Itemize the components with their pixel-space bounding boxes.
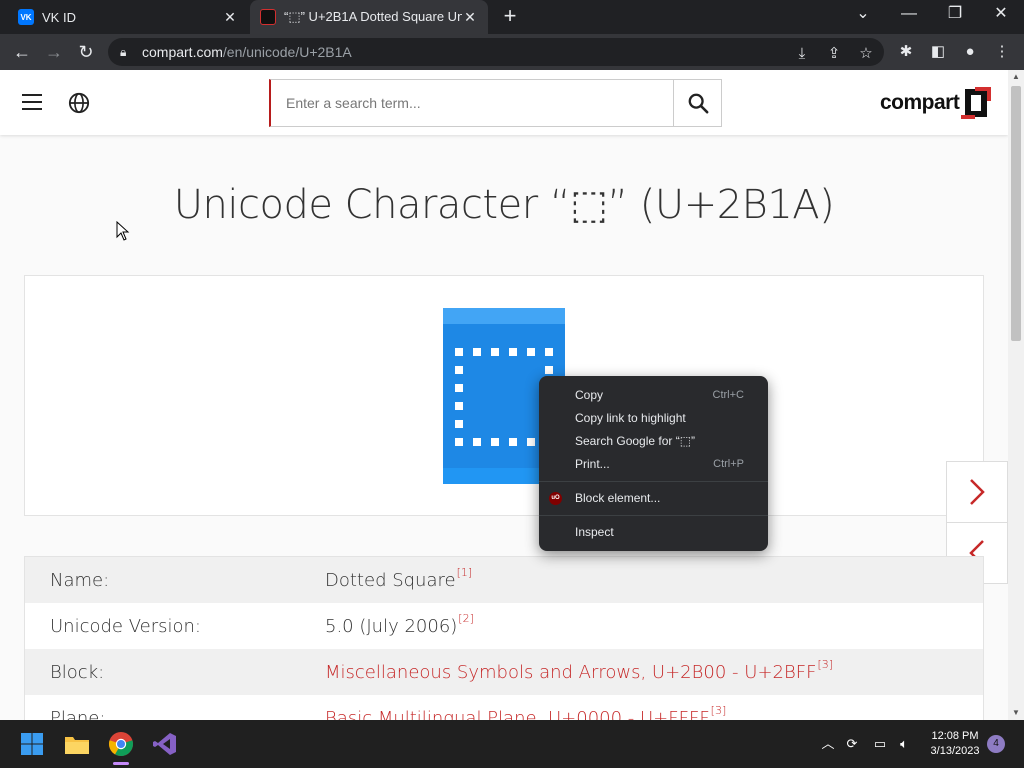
mouse-cursor-icon [116, 221, 130, 241]
info-label: Block: [50, 661, 105, 683]
footnote-link[interactable]: [3] [711, 704, 727, 717]
plane-link[interactable]: Basic Multilingual Plane, U+0000 - U+FFF… [325, 704, 983, 721]
tab-strip: VK VK ID ✕ “⬚” U+2B1A Dotted Square Unic… [0, 0, 1024, 34]
address-bar[interactable]: 🔒︎ compart.com/en/unicode/U+2B1A ⤓ ⇪ ☆ [108, 38, 884, 66]
visual-studio-logo-icon [153, 733, 176, 755]
reload-icon[interactable]: ↻ [74, 40, 98, 64]
compart-logo[interactable]: compart [880, 87, 992, 119]
info-value: Dotted Square[1] [325, 565, 473, 591]
network-icon[interactable]: ▭ [870, 734, 890, 754]
chrome-icon [109, 732, 133, 756]
notification-badge[interactable]: 4 [987, 735, 1005, 753]
url-text: compart.com/en/unicode/U+2B1A [142, 44, 352, 60]
footnote-link[interactable]: [3] [817, 658, 833, 671]
site-header: compart [0, 70, 1008, 135]
system-clock[interactable]: 12:08 PM 3/13/2023 [922, 729, 988, 759]
volume-icon[interactable]: 🔈︎ [894, 734, 914, 754]
ublock-origin-icon: uO [549, 492, 562, 505]
back-icon[interactable]: ← [10, 40, 34, 64]
info-row-version: Unicode Version: 5.0 (July 2006)[2] [25, 603, 983, 649]
menu-item-inspect[interactable]: Inspect [539, 521, 768, 544]
windows-start-icon[interactable] [16, 728, 48, 760]
side-panel-icon[interactable]: ◧ [928, 42, 948, 62]
active-app-indicator [113, 762, 129, 765]
folder-icon [65, 737, 89, 754]
info-row-plane: Plane: Basic Multilingual Plane, U+0000 … [25, 695, 983, 721]
search-button[interactable] [673, 80, 721, 126]
profile-icon[interactable]: ● [960, 42, 980, 62]
next-character-button[interactable] [946, 461, 1008, 523]
scroll-down-icon[interactable]: ▼ [1008, 706, 1024, 720]
info-label: Unicode Version: [50, 615, 201, 637]
block-link[interactable]: Miscellaneous Symbols and Arrows, U+2B00… [325, 658, 983, 683]
restore-icon[interactable]: ❐ [932, 0, 978, 30]
tab-search-icon[interactable]: ⌄ [840, 0, 886, 30]
globe-icon[interactable] [68, 92, 90, 114]
show-hidden-icons-icon[interactable]: ︿ [818, 734, 838, 754]
context-menu: Copy Ctrl+C Copy link to highlight Searc… [539, 376, 768, 551]
info-value: 5.0 (July 2006)[2] [325, 611, 474, 637]
site-search [269, 79, 722, 127]
forward-icon[interactable]: → [42, 40, 66, 64]
menu-separator [539, 515, 768, 516]
info-row-block: Block: Miscellaneous Symbols and Arrows,… [25, 649, 983, 695]
install-icon[interactable]: ⤓ [792, 44, 812, 64]
page-title: Unicode Character “⬚” (U+2B1A) [173, 182, 835, 228]
windows-taskbar: ︿ ⟳ ▭ 🔈︎ 12:08 PM 3/13/2023 4 [0, 720, 1024, 768]
new-tab-button[interactable]: + [498, 4, 522, 28]
tab-title: “⬚” U+2B1A Dotted Square Unic [284, 9, 462, 24]
file-explorer-icon[interactable] [61, 728, 93, 760]
hamburger-menu-icon[interactable] [22, 94, 42, 110]
info-row-name: Name: Dotted Square[1] [25, 557, 983, 603]
browser-toolbar: ← → ↻ 🔒︎ compart.com/en/unicode/U+2B1A ⤓… [0, 34, 1024, 70]
bookmark-star-icon[interactable]: ☆ [856, 44, 876, 64]
lock-icon[interactable]: 🔒︎ [120, 45, 134, 60]
menu-item-copy-link-to-highlight[interactable]: Copy link to highlight [539, 407, 768, 430]
tab-compart[interactable]: “⬚” U+2B1A Dotted Square Unic ✕ [250, 0, 488, 34]
vk-favicon-icon: VK [18, 9, 34, 25]
menu-item-search-google[interactable]: Search Google for “⬚” [539, 430, 768, 453]
chrome-taskbar-icon[interactable] [105, 728, 137, 765]
search-icon [688, 93, 708, 114]
scrollbar-thumb[interactable] [1011, 86, 1021, 341]
compart-logo-mark-icon [961, 87, 992, 119]
menu-separator [539, 481, 768, 482]
character-info-table: Name: Dotted Square[1] Unicode Version: … [24, 556, 984, 720]
share-icon[interactable]: ⇪ [824, 44, 844, 64]
footnote-link[interactable]: [2] [458, 612, 474, 625]
visual-studio-icon[interactable] [149, 728, 181, 760]
glyph-preview [24, 275, 984, 516]
menu-item-copy[interactable]: Copy Ctrl+C [539, 384, 768, 407]
menu-item-block-element[interactable]: uO Block element... [539, 487, 768, 510]
tab-vk-id[interactable]: VK VK ID ✕ [8, 0, 248, 34]
footnote-link[interactable]: [1] [457, 566, 473, 579]
sync-status-icon[interactable]: ⟳ [842, 734, 862, 754]
menu-item-print[interactable]: Print... Ctrl+P [539, 453, 768, 476]
info-label: Name: [50, 569, 110, 591]
page-scrollbar[interactable]: ▲ ▼ [1008, 70, 1024, 720]
compart-favicon-icon [260, 9, 276, 25]
info-label: Plane: [50, 707, 106, 721]
extensions-icon[interactable]: ✱ [896, 42, 916, 62]
chevron-right-icon [970, 479, 985, 505]
close-tab-icon[interactable]: ✕ [222, 9, 238, 26]
clock-time: 12:08 PM [931, 730, 979, 742]
clock-date: 3/13/2023 [930, 745, 980, 757]
close-window-icon[interactable]: ✕ [978, 0, 1024, 30]
menu-kebab-icon[interactable]: ⋮ [992, 42, 1012, 62]
web-page: compart Unicode Character “⬚” (U+2B1A) [0, 70, 1008, 720]
scroll-up-icon[interactable]: ▲ [1008, 70, 1024, 84]
search-input[interactable] [271, 80, 673, 126]
close-tab-icon[interactable]: ✕ [462, 9, 478, 26]
minimize-icon[interactable]: — [886, 0, 932, 30]
windows-logo-icon [21, 733, 43, 755]
tab-title: VK ID [42, 9, 76, 25]
